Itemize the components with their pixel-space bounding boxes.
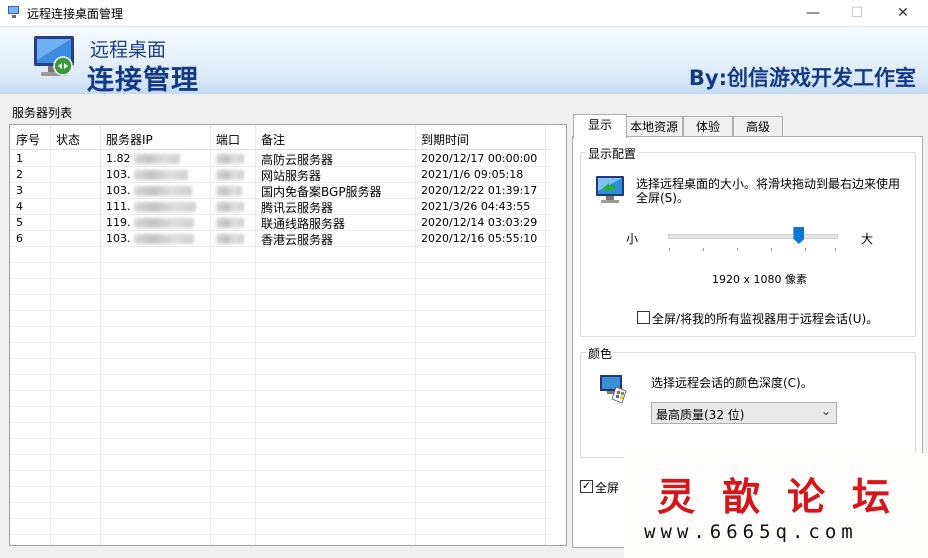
empty-row xyxy=(10,486,550,503)
row-number: 2 xyxy=(16,168,23,181)
row-port-redacted xyxy=(216,168,244,181)
banner-title: 连接管理 xyxy=(87,65,199,96)
row-expire: 2020/12/22 01:39:17 xyxy=(421,184,538,197)
row-port-redacted xyxy=(216,184,242,197)
table-row[interactable]: 4 111. 腾讯云服务器 2021/3/26 04:43:55 xyxy=(10,198,550,215)
fullscreen-checkbox-label[interactable]: 全屏 xyxy=(595,479,619,496)
app-icon xyxy=(8,6,19,18)
minimize-button[interactable]: — xyxy=(790,0,836,26)
watermark-url: www.6665q.com xyxy=(644,521,858,543)
tab-advanced[interactable]: 高级 xyxy=(733,116,783,137)
display-config-title: 显示配置 xyxy=(586,145,639,162)
slider-tick xyxy=(669,248,670,251)
color-depth-select[interactable]: 最高质量(32 位) ⌄ xyxy=(651,402,837,424)
slider-tick xyxy=(737,248,738,251)
row-expire: 2021/1/6 09:05:18 xyxy=(421,168,524,181)
color-depth-value: 最高质量(32 位) xyxy=(656,408,745,422)
table-row[interactable]: 6 103. 香港云服务器 2020/12/16 05:55:10 xyxy=(10,230,550,247)
empty-row xyxy=(10,278,550,295)
remote-desktop-icon xyxy=(34,36,74,76)
row-port-redacted xyxy=(216,152,244,165)
empty-row xyxy=(10,518,550,535)
row-number: 1 xyxy=(16,152,23,165)
slider-min-label: 小 xyxy=(626,232,639,246)
monitor-icon xyxy=(596,176,624,203)
slider-tick xyxy=(805,248,806,251)
tab-local-resources[interactable]: 本地资源 xyxy=(625,116,683,137)
row-number: 4 xyxy=(16,200,23,213)
table-row[interactable]: 5 119. 联通线路服务器 2020/12/14 03:03:29 xyxy=(10,214,550,231)
color-depth-description: 选择远程会话的颜色深度(C)。 xyxy=(651,376,813,390)
empty-row xyxy=(10,342,550,359)
empty-row xyxy=(10,262,550,279)
row-ip: 103. xyxy=(106,184,192,197)
row-port-redacted xyxy=(216,200,244,213)
color-group-title: 颜色 xyxy=(586,345,615,362)
list-header: 序号 状态 服务器IP 端口 备注 到期时间 xyxy=(10,125,550,150)
row-expire: 2020/12/14 03:03:29 xyxy=(421,216,538,229)
column-header[interactable]: 服务器IP xyxy=(106,131,153,148)
slider-tick xyxy=(835,248,836,251)
banner-author: By:创信游戏开发工作室 xyxy=(688,66,916,90)
row-number: 6 xyxy=(16,232,23,245)
empty-row xyxy=(10,246,550,263)
row-number: 3 xyxy=(16,184,23,197)
color-palette-icon xyxy=(600,375,627,404)
empty-row xyxy=(10,310,550,327)
empty-row xyxy=(10,406,550,423)
slider-tick xyxy=(771,248,772,251)
row-ip: 119. xyxy=(106,216,194,229)
table-row[interactable]: 1 1.82 高防云服务器 2020/12/17 00:00:00 xyxy=(10,150,550,167)
resolution-slider-track[interactable] xyxy=(668,234,838,239)
title-bar xyxy=(0,0,928,27)
window-title: 远程连接桌面管理 xyxy=(27,7,124,21)
tab-display[interactable]: 显示 xyxy=(573,114,627,138)
empty-row xyxy=(10,502,550,519)
empty-row xyxy=(10,470,550,487)
slider-max-label: 大 xyxy=(861,232,874,246)
column-header[interactable]: 状态 xyxy=(56,131,80,148)
table-row[interactable]: 2 103. 网站服务器 2021/1/6 09:05:18 xyxy=(10,166,550,183)
table-row[interactable]: 3 103. 国内免备案BGP服务器 2020/12/22 01:39:17 xyxy=(10,182,550,199)
chevron-down-icon: ⌄ xyxy=(820,404,831,418)
empty-row xyxy=(10,454,550,471)
row-expire: 2020/12/17 00:00:00 xyxy=(421,152,538,165)
empty-row xyxy=(10,358,550,375)
close-button[interactable]: ✕ xyxy=(880,0,926,26)
row-expire: 2021/3/26 04:43:55 xyxy=(421,200,531,213)
server-list-label: 服务器列表 xyxy=(12,106,73,120)
empty-row xyxy=(10,294,550,311)
empty-row xyxy=(10,534,550,545)
row-port-redacted xyxy=(216,216,244,229)
row-number: 5 xyxy=(16,216,23,229)
row-port-redacted xyxy=(216,232,244,245)
row-expire: 2020/12/16 05:55:10 xyxy=(421,232,538,245)
empty-row xyxy=(10,326,550,343)
fullscreen-checkbox[interactable]: ✓ xyxy=(580,480,593,493)
row-ip: 103. xyxy=(106,168,188,181)
display-size-description: 选择远程桌面的大小。将滑块拖动到最右边来使用全屏(S)。 xyxy=(636,177,901,205)
empty-row xyxy=(10,438,550,455)
empty-row xyxy=(10,422,550,439)
all-monitors-checkbox[interactable] xyxy=(637,311,650,324)
column-header[interactable]: 端口 xyxy=(216,131,240,148)
column-header[interactable]: 序号 xyxy=(16,131,40,148)
column-header[interactable]: 到期时间 xyxy=(421,131,469,148)
resolution-readout: 1920 x 1080 像素 xyxy=(712,273,807,286)
tab-experience[interactable]: 体验 xyxy=(683,116,733,137)
row-ip: 111. xyxy=(106,200,196,213)
all-monitors-label[interactable]: 全屏/将我的所有监视器用于远程会话(U)。 xyxy=(652,310,878,327)
watermark-title: 灵歆论坛 xyxy=(657,474,918,519)
empty-row xyxy=(10,374,550,391)
row-ip: 1.82 xyxy=(106,152,180,165)
slider-tick xyxy=(703,248,704,251)
server-list[interactable]: 序号 状态 服务器IP 端口 备注 到期时间 1 1.82 高防云服务器 202… xyxy=(9,124,567,546)
column-header[interactable]: 备注 xyxy=(261,131,285,148)
maximize-button[interactable]: ☐ xyxy=(834,0,880,26)
empty-row xyxy=(10,390,550,407)
row-ip: 103. xyxy=(106,232,194,245)
